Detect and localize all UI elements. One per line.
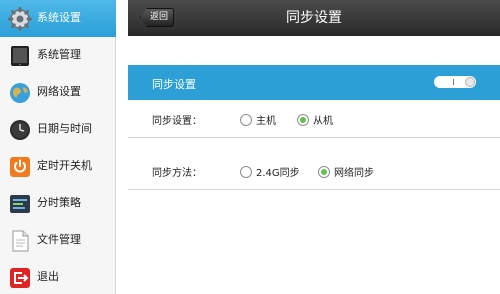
sync-toggle-switch[interactable] bbox=[434, 76, 476, 88]
sync-toggle-label: 同步设置 bbox=[152, 78, 196, 91]
schedule-icon bbox=[7, 191, 33, 217]
toggle-on-mark bbox=[453, 79, 454, 85]
sidebar-item-file-management[interactable]: 文件管理 bbox=[0, 222, 116, 259]
main-panel: 返回 同步设置 同步设置 同步设置： 主机 从机 同步方法： 2.4G同步 网络… bbox=[128, 0, 500, 294]
sidebar-item-time-strategy[interactable]: 分时策略 bbox=[0, 185, 116, 222]
sidebar-item-label: 定时开关机 bbox=[37, 159, 92, 172]
page-title: 同步设置 bbox=[286, 10, 342, 26]
toggle-knob bbox=[465, 77, 475, 87]
sidebar-item-label: 分时策略 bbox=[37, 196, 81, 209]
sidebar-item-label: 系统设置 bbox=[37, 11, 81, 24]
sidebar-item-label: 网络设置 bbox=[37, 85, 81, 98]
radio-24g-dot[interactable] bbox=[240, 165, 252, 178]
sidebar-item-exit[interactable]: 退出 bbox=[0, 259, 116, 294]
sync-role-label: 同步设置： bbox=[152, 116, 202, 127]
sync-method-row: 同步方法： 2.4G同步 网络同步 bbox=[128, 153, 500, 190]
sidebar-item-label: 文件管理 bbox=[37, 233, 81, 246]
radio-slave-dot[interactable] bbox=[297, 113, 309, 126]
sync-toggle-row[interactable]: 同步设置 bbox=[128, 65, 500, 100]
sidebar-item-network-settings[interactable]: 网络设置 bbox=[0, 74, 116, 111]
document-icon bbox=[7, 228, 33, 254]
radio-24g-sync[interactable]: 2.4G同步 bbox=[240, 164, 300, 179]
gear-icon bbox=[7, 6, 33, 32]
radio-host[interactable]: 主机 bbox=[240, 112, 276, 127]
sidebar-item-scheduled-power[interactable]: 定时开关机 bbox=[0, 148, 116, 185]
power-icon bbox=[7, 154, 33, 180]
sidebar-item-date-time[interactable]: 日期与时间 bbox=[0, 111, 116, 148]
globe-icon bbox=[7, 80, 33, 106]
sync-role-row: 同步设置： 主机 从机 bbox=[128, 101, 500, 138]
radio-slave[interactable]: 从机 bbox=[297, 112, 333, 127]
sidebar: 系统设置 系统管理 网络设置 日期与时间 定时开关机 分时策略 文件管理 退出 bbox=[0, 0, 116, 294]
sync-method-label: 同步方法： bbox=[152, 168, 202, 179]
tablet-icon bbox=[7, 43, 33, 69]
radio-network-sync[interactable]: 网络同步 bbox=[318, 164, 374, 179]
clock-icon bbox=[7, 117, 33, 143]
radio-network-dot[interactable] bbox=[318, 165, 330, 178]
sidebar-item-label: 退出 bbox=[37, 270, 59, 283]
radio-24g-label: 2.4G同步 bbox=[256, 168, 300, 179]
title-bar: 返回 同步设置 bbox=[128, 0, 500, 36]
radio-slave-label: 从机 bbox=[313, 116, 333, 127]
sidebar-item-system-settings[interactable]: 系统设置 bbox=[0, 0, 116, 37]
radio-host-dot[interactable] bbox=[240, 113, 252, 126]
radio-host-label: 主机 bbox=[256, 116, 276, 127]
sidebar-item-label: 日期与时间 bbox=[37, 122, 92, 135]
sidebar-item-label: 系统管理 bbox=[37, 48, 81, 61]
sidebar-item-system-management[interactable]: 系统管理 bbox=[0, 37, 116, 74]
selection-pointer bbox=[116, 147, 124, 161]
radio-network-label: 网络同步 bbox=[334, 168, 374, 179]
exit-icon bbox=[7, 265, 33, 291]
